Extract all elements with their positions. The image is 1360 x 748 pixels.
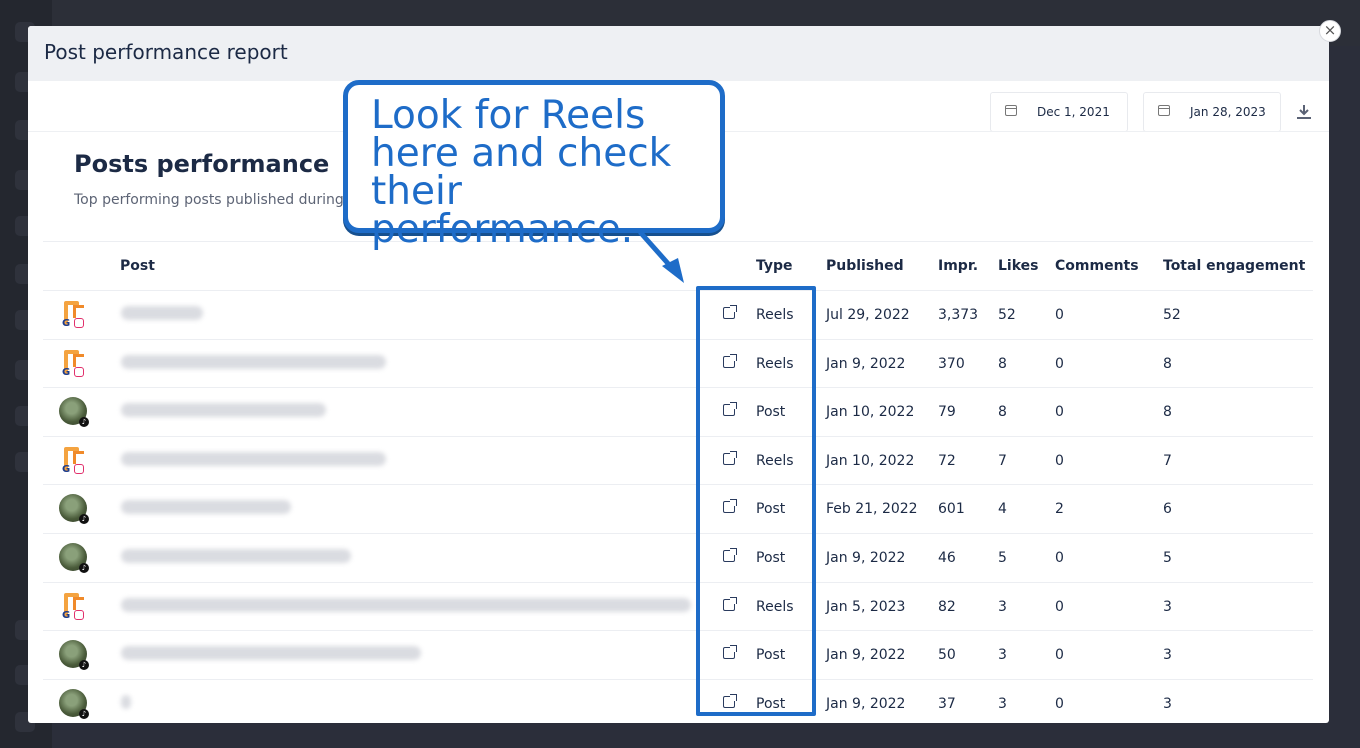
column-impressions[interactable]: Impr. <box>938 258 978 274</box>
callout-bubble: Look for Reels here and check their perf… <box>343 80 725 249</box>
post-published-date: Jan 9, 2022 <box>826 355 906 372</box>
type-column-highlight <box>696 286 816 716</box>
post-comments: 0 <box>1055 549 1064 566</box>
calendar-icon <box>1005 105 1017 116</box>
post-published-date: Feb 21, 2022 <box>826 501 918 518</box>
post-impressions: 79 <box>938 404 956 421</box>
post-total-engagement: 3 <box>1163 598 1172 615</box>
posts-table: Post Type Published Impr. Likes Comments… <box>43 241 1313 723</box>
post-impressions: 82 <box>938 598 956 615</box>
post-total-engagement: 3 <box>1163 695 1172 712</box>
post-likes: 3 <box>998 598 1007 615</box>
post-total-engagement: 8 <box>1163 355 1172 372</box>
post-preview-text-blurred[interactable] <box>121 451 386 466</box>
post-preview-text-blurred[interactable] <box>121 548 351 563</box>
post-comments: 2 <box>1055 501 1064 518</box>
section-subtitle: Top performing posts published during t <box>74 192 354 208</box>
table-body: G Reels Jul 29, 2022 3,373 52 0 52 G Reels Jan 9,… <box>43 291 1313 723</box>
tiktok-account-avatar: ♪ <box>59 494 89 525</box>
section-title: Posts performance <box>74 150 330 178</box>
calendar-icon <box>1158 105 1170 116</box>
post-likes: 3 <box>998 647 1007 664</box>
post-comments: 0 <box>1055 355 1064 372</box>
post-total-engagement: 6 <box>1163 501 1172 518</box>
column-total-engagement[interactable]: Total engagement <box>1163 258 1305 274</box>
post-total-engagement: 5 <box>1163 549 1172 566</box>
instagram-account-avatar: G <box>59 300 87 329</box>
post-impressions: 37 <box>938 695 956 712</box>
post-impressions: 50 <box>938 647 956 664</box>
post-comments: 0 <box>1055 404 1064 421</box>
column-likes[interactable]: Likes <box>998 258 1038 274</box>
post-preview-text-blurred[interactable] <box>121 403 326 418</box>
table-row[interactable]: ♪ Post Jan 9, 2022 50 3 0 3 <box>43 631 1313 680</box>
table-row[interactable]: ♪ Post Jan 9, 2022 37 3 0 3 <box>43 680 1313 723</box>
post-comments: 0 <box>1055 452 1064 469</box>
column-post[interactable]: Post <box>120 258 155 274</box>
tiktok-account-avatar: ♪ <box>59 397 89 428</box>
post-impressions: 46 <box>938 549 956 566</box>
instagram-account-avatar: G <box>59 446 87 475</box>
post-impressions: 72 <box>938 452 956 469</box>
column-comments[interactable]: Comments <box>1055 258 1139 274</box>
post-comments: 0 <box>1055 695 1064 712</box>
post-total-engagement: 52 <box>1163 307 1181 323</box>
tiktok-account-avatar: ♪ <box>59 640 89 671</box>
post-likes: 8 <box>998 355 1007 372</box>
tiktok-account-avatar: ♪ <box>59 688 89 719</box>
modal-title: Post performance report <box>44 40 288 64</box>
post-total-engagement: 7 <box>1163 452 1172 469</box>
post-total-engagement: 8 <box>1163 404 1172 421</box>
table-row[interactable]: G Reels Jan 5, 2023 82 3 0 3 <box>43 583 1313 632</box>
instagram-account-avatar: G <box>59 349 87 378</box>
post-likes: 52 <box>998 307 1016 323</box>
post-comments: 0 <box>1055 598 1064 615</box>
column-type[interactable]: Type <box>756 258 793 274</box>
modal-header: Post performance report <box>28 26 1329 81</box>
post-likes: 5 <box>998 549 1007 566</box>
table-row[interactable]: ♪ Post Jan 10, 2022 79 8 0 8 <box>43 388 1313 437</box>
post-published-date: Jul 29, 2022 <box>826 307 910 323</box>
table-row[interactable]: G Reels Jul 29, 2022 3,373 52 0 52 <box>43 291 1313 340</box>
end-date-value: Jan 28, 2023 <box>1190 105 1266 119</box>
post-preview-text-blurred[interactable] <box>121 694 131 709</box>
post-preview-text-blurred[interactable] <box>121 597 691 612</box>
post-likes: 7 <box>998 452 1007 469</box>
column-published[interactable]: Published <box>826 258 904 274</box>
post-preview-text-blurred[interactable] <box>121 646 421 661</box>
post-impressions: 3,373 <box>938 307 979 323</box>
post-published-date: Jan 9, 2022 <box>826 549 906 566</box>
post-likes: 8 <box>998 404 1007 421</box>
start-date-value: Dec 1, 2021 <box>1037 105 1110 119</box>
post-preview-text-blurred[interactable] <box>121 354 386 369</box>
post-published-date: Jan 5, 2023 <box>826 598 906 615</box>
instagram-account-avatar: G <box>59 592 87 621</box>
post-published-date: Jan 9, 2022 <box>826 647 906 664</box>
post-preview-text-blurred[interactable] <box>121 306 203 320</box>
start-date-picker[interactable]: Dec 1, 2021 <box>990 92 1128 132</box>
close-button[interactable]: × <box>1319 20 1341 42</box>
table-row[interactable]: G Reels Jan 10, 2022 72 7 0 7 <box>43 437 1313 486</box>
post-preview-text-blurred[interactable] <box>121 500 291 515</box>
table-row[interactable]: ♪ Post Jan 9, 2022 46 5 0 5 <box>43 534 1313 583</box>
post-impressions: 370 <box>938 355 965 372</box>
post-published-date: Jan 10, 2022 <box>826 452 915 469</box>
post-published-date: Jan 9, 2022 <box>826 695 906 712</box>
callout-text: Look for Reels here and check their perf… <box>371 93 672 252</box>
post-published-date: Jan 10, 2022 <box>826 404 915 421</box>
post-likes: 4 <box>998 501 1007 518</box>
download-icon[interactable] <box>1295 103 1313 121</box>
end-date-picker[interactable]: Jan 28, 2023 <box>1143 92 1281 132</box>
post-comments: 0 <box>1055 647 1064 664</box>
table-row[interactable]: ♪ Post Feb 21, 2022 601 4 2 6 <box>43 485 1313 534</box>
post-comments: 0 <box>1055 307 1064 323</box>
table-row[interactable]: G Reels Jan 9, 2022 370 8 0 8 <box>43 340 1313 389</box>
post-impressions: 601 <box>938 501 965 518</box>
post-likes: 3 <box>998 695 1007 712</box>
post-total-engagement: 3 <box>1163 647 1172 664</box>
tiktok-account-avatar: ♪ <box>59 542 89 573</box>
